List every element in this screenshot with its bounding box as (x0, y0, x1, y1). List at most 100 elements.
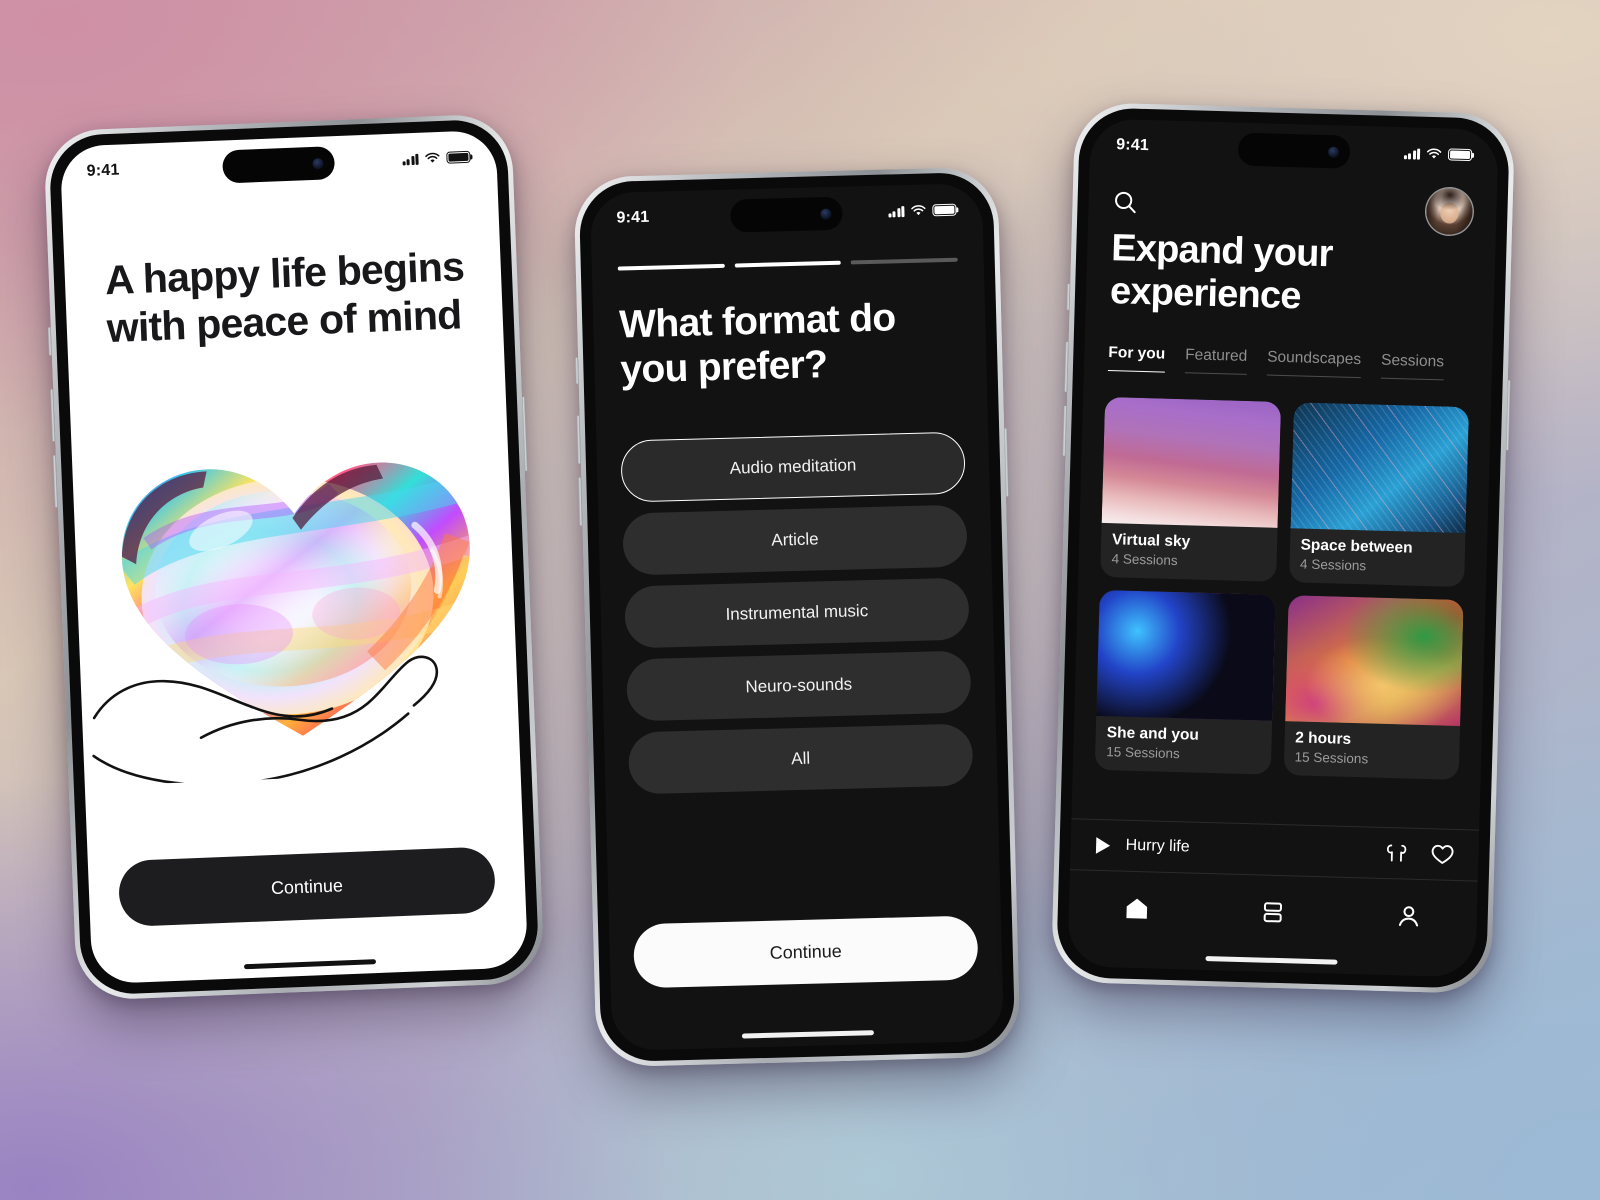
home-icon (1126, 898, 1148, 919)
card-meta: Virtual sky 4 Sessions (1100, 523, 1277, 582)
front-camera-icon (1327, 146, 1340, 158)
wifi-icon (1426, 148, 1442, 159)
card-subtitle: 15 Sessions (1106, 744, 1180, 762)
profile-icon (1398, 905, 1419, 926)
option-all[interactable]: All (627, 723, 974, 795)
option-instrumental-music[interactable]: Instrumental music (624, 577, 970, 649)
front-camera-icon (312, 157, 324, 169)
dynamic-island (1237, 132, 1351, 169)
card-meta: She and you 15 Sessions (1095, 716, 1272, 775)
bottom-nav (1068, 870, 1478, 953)
nav-profile[interactable] (1340, 901, 1477, 930)
progress-segment-3 (851, 257, 958, 265)
card-subtitle: 4 Sessions (1299, 556, 1367, 574)
player-track-title: Hurry life (1125, 836, 1190, 856)
airpods-icon[interactable] (1384, 843, 1409, 864)
card-title: Space between (1300, 536, 1413, 557)
battery-icon (1447, 148, 1473, 162)
status-icons (1403, 147, 1473, 162)
cellular-signal-icon (1403, 148, 1421, 160)
card-title: Virtual sky (1111, 531, 1191, 551)
nav-library[interactable] (1205, 897, 1342, 926)
silent-switch[interactable] (575, 357, 579, 384)
volume-down-button[interactable] (1062, 405, 1067, 456)
player-actions (1384, 842, 1455, 866)
progress-segment-1 (617, 263, 725, 271)
volume-up-button[interactable] (576, 415, 581, 464)
dynamic-island (221, 146, 336, 184)
card-meta: 2 hours 15 Sessions (1283, 721, 1460, 780)
home-indicator[interactable] (741, 1030, 874, 1039)
tab-soundscapes[interactable]: Soundscapes (1266, 348, 1362, 379)
wifi-icon (911, 205, 926, 216)
status-time: 9:41 (86, 161, 120, 180)
power-button[interactable] (1004, 428, 1009, 497)
page-title: A happy life begins with peace of mind (104, 243, 465, 352)
search-icon[interactable] (1112, 189, 1139, 216)
card-meta: Space between 4 Sessions (1289, 528, 1466, 587)
status-time: 9:41 (616, 208, 650, 227)
tab-for-you[interactable]: For you (1107, 344, 1166, 373)
tab-featured[interactable]: Featured (1184, 346, 1248, 375)
option-article[interactable]: Article (622, 504, 968, 576)
heart-icon[interactable] (1430, 843, 1455, 866)
phone-bezel: 9:41 What format do you prefer? Audio me… (578, 171, 1016, 1063)
content-tabs: For you Featured Soundscapes Sessions (1107, 344, 1485, 381)
status-icons (402, 150, 471, 166)
status-icons (887, 203, 957, 218)
card-thumbnail (1096, 589, 1276, 721)
onboarding-progress (617, 257, 958, 271)
continue-button[interactable]: Continue (117, 846, 497, 928)
phone-frame: 9:41 Expand your experience For you Feat… (1050, 102, 1516, 994)
silent-switch[interactable] (1066, 283, 1071, 310)
front-camera-icon (820, 207, 832, 220)
battery-icon (446, 150, 471, 164)
discover-top-bar (1112, 179, 1474, 236)
wifi-icon (425, 152, 440, 163)
card-subtitle: 15 Sessions (1294, 749, 1369, 767)
volume-up-button[interactable] (1064, 341, 1069, 392)
option-neuro-sounds[interactable]: Neuro-sounds (626, 650, 972, 722)
status-time: 9:41 (1115, 136, 1150, 155)
screen-welcome: 9:41 A happy life begins with peace of m… (59, 129, 529, 985)
volume-down-button[interactable] (52, 455, 58, 508)
card-subtitle: 4 Sessions (1111, 551, 1178, 569)
battery-icon (932, 203, 957, 217)
home-indicator[interactable] (1205, 955, 1338, 965)
card-title: 2 hours (1294, 729, 1352, 748)
nav-home[interactable] (1069, 894, 1206, 923)
card-space-between[interactable]: Space between 4 Sessions (1288, 402, 1470, 588)
card-virtual-sky[interactable]: Virtual sky 4 Sessions (1100, 396, 1281, 582)
progress-segment-2 (734, 260, 842, 268)
phone-onboarding-welcome: 9:41 A happy life begins with peace of m… (43, 113, 545, 1001)
card-2-hours[interactable]: 2 hours 15 Sessions (1283, 595, 1464, 780)
page-title: What format do you prefer? (618, 296, 896, 392)
phone-bezel: 9:41 A happy life begins with peace of m… (48, 118, 540, 996)
card-thumbnail (1284, 595, 1464, 727)
play-icon[interactable] (1094, 835, 1112, 854)
phone-frame: 9:41 What format do you prefer? Audio me… (573, 166, 1021, 1068)
screen-discover: 9:41 Expand your experience For you Feat… (1067, 118, 1499, 978)
continue-button[interactable]: Continue (632, 915, 979, 989)
volume-down-button[interactable] (578, 477, 583, 526)
card-title: She and you (1106, 724, 1200, 744)
page-title: Expand your experience (1109, 227, 1334, 317)
card-thumbnail (1101, 396, 1281, 528)
power-button[interactable] (521, 396, 528, 471)
home-indicator[interactable] (243, 959, 377, 970)
power-button[interactable] (1505, 380, 1511, 451)
format-options-list: Audio meditation Article Instrumental mu… (620, 431, 974, 795)
library-icon (1263, 901, 1283, 922)
card-thumbnail (1290, 402, 1470, 534)
silent-switch[interactable] (47, 327, 52, 356)
card-she-and-you[interactable]: She and you 15 Sessions (1094, 589, 1276, 775)
tab-sessions[interactable]: Sessions (1380, 351, 1445, 381)
volume-up-button[interactable] (50, 389, 56, 442)
avatar[interactable] (1425, 187, 1474, 236)
dynamic-island (730, 196, 843, 233)
phone-frame: 9:41 A happy life begins with peace of m… (43, 113, 545, 1001)
heart-in-hand-illustration (79, 410, 517, 787)
screen-format-question: 9:41 What format do you prefer? Audio me… (589, 183, 1005, 1051)
option-audio-meditation[interactable]: Audio meditation (620, 431, 966, 503)
cellular-signal-icon (402, 153, 419, 165)
